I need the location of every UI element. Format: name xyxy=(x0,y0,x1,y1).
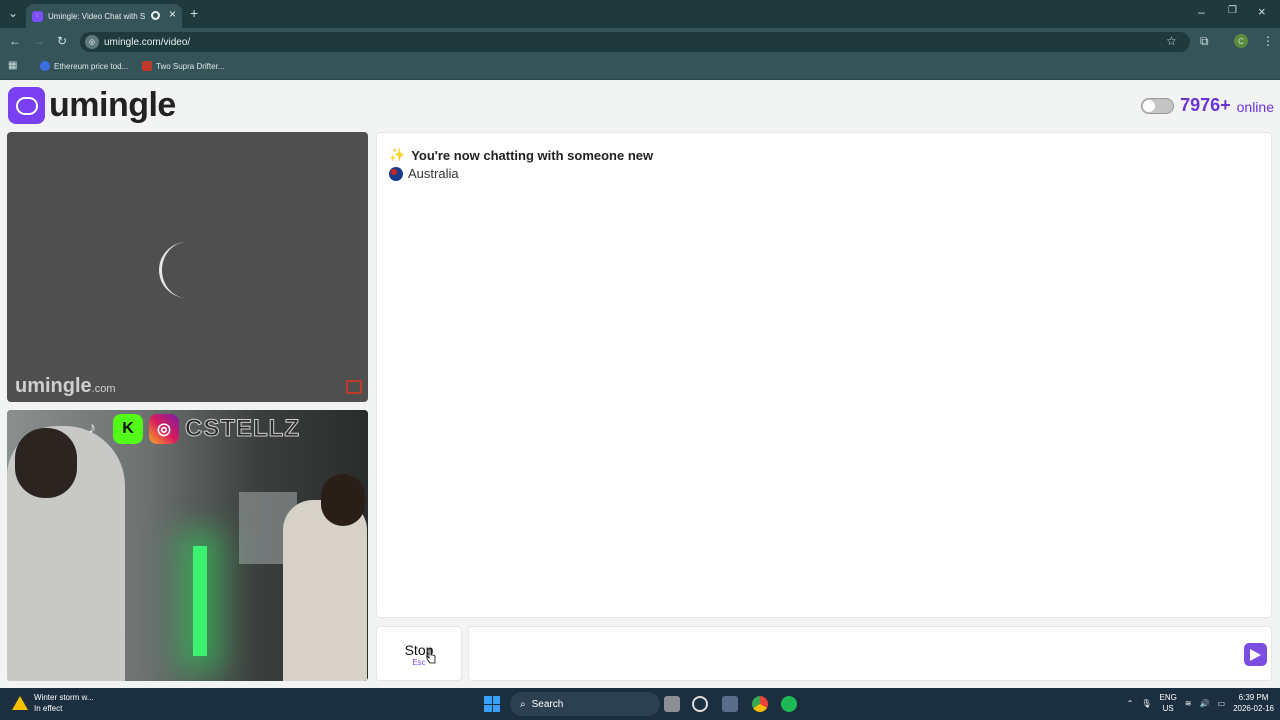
minimize-icon[interactable]: – xyxy=(1198,5,1205,19)
hand-cursor-icon xyxy=(426,648,436,664)
search-icon: ⌕ xyxy=(520,698,526,710)
social-overlay: ♪ K ◎ CSTELLZ xyxy=(77,414,300,444)
page-content: umingle 7976+ online umingle.com ♪ K ◎ C… xyxy=(0,80,1280,688)
restore-icon[interactable]: ❐ xyxy=(1228,5,1237,16)
online-label: online xyxy=(1236,99,1274,115)
system-tray: ⌃ 🎙 ENG US ≋ 🔊 ▭ 6:39 PM 2026-02-16 xyxy=(1127,692,1274,714)
warning-icon xyxy=(12,696,28,710)
tab-title: Umingle: Video Chat with S xyxy=(48,11,146,21)
social-handle: CSTELLZ xyxy=(185,415,300,443)
language-indicator[interactable]: ENG US xyxy=(1160,692,1177,714)
taskbar-search[interactable]: ⌕ Search xyxy=(510,692,660,716)
start-button[interactable] xyxy=(484,696,500,712)
system-message: ✨ You're now chatting with someone new xyxy=(389,147,653,163)
browser-tab-strip: ⌄ ◌ Umingle: Video Chat with S × + – ❐ × xyxy=(0,0,1280,28)
ethereum-icon xyxy=(40,61,50,71)
tiktok-icon: ♪ xyxy=(88,420,96,437)
bookmark-star-icon[interactable]: ☆ xyxy=(1166,34,1177,48)
stop-button[interactable]: Stop Esc xyxy=(376,626,462,681)
site-info-icon[interactable]: ◎ xyxy=(85,35,99,49)
australia-flag-icon xyxy=(389,166,403,181)
country-line: Australia xyxy=(389,166,459,181)
apps-grid-icon[interactable]: ▦ xyxy=(8,60,17,71)
online-indicator: 7976+ online xyxy=(1141,95,1274,116)
bookmark-item[interactable]: Ethereum price tod... xyxy=(40,61,128,71)
report-flag-icon[interactable] xyxy=(346,380,362,394)
new-tab-icon[interactable]: + xyxy=(190,5,198,21)
car-icon xyxy=(142,61,152,71)
message-input[interactable] xyxy=(477,637,1237,671)
online-count: 7976+ xyxy=(1180,95,1231,115)
theme-toggle[interactable] xyxy=(1141,97,1175,114)
logo-text: umingle xyxy=(49,86,176,124)
weather-subtitle: In effect xyxy=(34,704,63,713)
kick-icon: K xyxy=(113,414,143,444)
wifi-icon[interactable]: ≋ xyxy=(1185,699,1192,708)
stop-label: Stop xyxy=(404,642,434,658)
close-window-icon[interactable]: × xyxy=(1258,4,1266,19)
file-explorer-icon[interactable] xyxy=(664,696,680,712)
chrome-icon[interactable] xyxy=(752,696,768,712)
send-button[interactable] xyxy=(1244,643,1267,666)
microphone-icon[interactable]: 🎙 xyxy=(1141,699,1151,708)
tray-chevron-icon[interactable]: ⌃ xyxy=(1127,699,1134,708)
browser-toolbar: ← → ↻ ◎ umingle.com/video/ ☆ ⧉ C ⋮ xyxy=(0,28,1280,56)
system-message-text: You're now chatting with someone new xyxy=(411,147,654,163)
search-label: Search xyxy=(531,698,564,710)
back-icon[interactable]: ← xyxy=(9,34,21,48)
weather-title: Winter storm w... xyxy=(34,693,94,702)
stranger-video: umingle.com xyxy=(7,132,368,402)
sparkles-icon: ✨ xyxy=(389,147,406,162)
video-watermark: umingle.com xyxy=(15,375,116,397)
terminal-icon[interactable] xyxy=(722,696,738,712)
forward-icon[interactable]: → xyxy=(33,34,45,48)
url-text: umingle.com/video/ xyxy=(104,36,191,48)
country-name: Australia xyxy=(408,166,459,181)
address-bar[interactable]: ◎ umingle.com/video/ xyxy=(80,32,1190,52)
loading-spinner-icon xyxy=(159,242,215,298)
chat-panel: ✨ You're now chatting with someone new A… xyxy=(376,132,1272,618)
self-video: ♪ K ◎ CSTELLZ xyxy=(7,410,368,681)
menu-icon[interactable]: ⋮ xyxy=(1262,34,1274,48)
volume-icon[interactable]: 🔊 xyxy=(1200,699,1210,708)
bookmark-item[interactable]: Two Supra Drifter... xyxy=(142,61,224,71)
clock[interactable]: 6:39 PM 2026-02-16 xyxy=(1233,692,1274,714)
browser-tab[interactable]: ◌ Umingle: Video Chat with S × xyxy=(26,4,182,28)
battery-icon[interactable]: ▭ xyxy=(1218,699,1226,708)
extensions-icon[interactable]: ⧉ xyxy=(1200,34,1209,49)
reload-icon[interactable]: ↻ xyxy=(57,34,67,48)
instagram-icon: ◎ xyxy=(149,414,179,444)
bookmark-label: Ethereum price tod... xyxy=(54,61,129,71)
app-icon[interactable] xyxy=(692,696,708,712)
stop-shortcut-hint: Esc xyxy=(412,658,426,667)
site-logo[interactable]: umingle xyxy=(8,86,176,125)
close-tab-icon[interactable]: × xyxy=(169,7,176,21)
spotify-icon[interactable] xyxy=(781,696,797,712)
tab-search-icon[interactable]: ⌄ xyxy=(8,6,18,20)
tab-favicon-icon: ◌ xyxy=(32,10,43,22)
chat-bubble-icon xyxy=(8,87,45,124)
bookmarks-bar: ▦ Ethereum price tod... Two Supra Drifte… xyxy=(0,56,1280,80)
send-icon xyxy=(1250,648,1261,661)
weather-widget[interactable]: Winter storm w... In effect xyxy=(12,692,94,714)
message-box xyxy=(468,626,1272,681)
recording-icon xyxy=(151,11,160,20)
windows-taskbar: Winter storm w... In effect ⌕ Search ⌃ 🎙… xyxy=(0,688,1280,720)
profile-avatar[interactable]: C xyxy=(1234,34,1248,48)
bookmark-label: Two Supra Drifter... xyxy=(156,61,225,71)
